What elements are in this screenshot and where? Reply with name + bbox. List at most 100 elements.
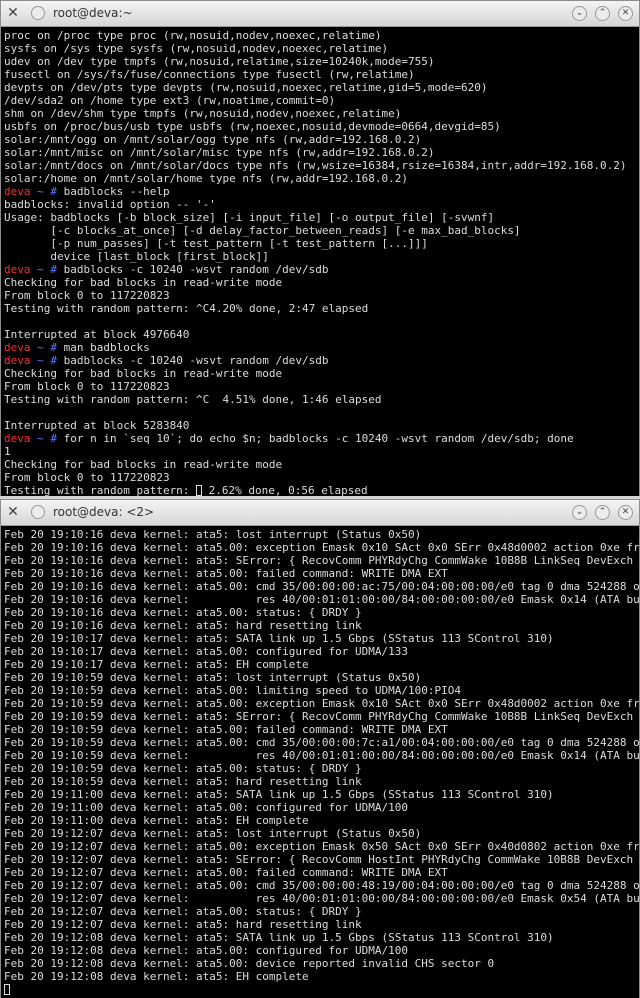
window-menu-icon[interactable] (31, 505, 45, 519)
terminal-line: Feb 20 19:11:00 deva kernel: ata5: EH co… (4, 814, 309, 827)
terminal-line: Testing with random pattern: ^C 4.51% do… (4, 393, 382, 406)
terminal-line: badblocks: invalid option -- '-' (4, 198, 216, 211)
terminal-line: fusectl on /sys/fs/fuse/connections type… (4, 68, 415, 81)
close-icon[interactable]: ✕ (6, 6, 20, 20)
terminal-line: deva ~ # badblocks -c 10240 -wsvt random… (4, 263, 639, 276)
terminal-line: Feb 20 19:12:07 deva kernel: res 40/00:0… (4, 892, 639, 905)
terminal-line: Feb 20 19:12:08 deva kernel: ata5.00: co… (4, 944, 408, 957)
terminal-line: Interrupted at block 4976640 (4, 328, 190, 341)
terminal-line: Feb 20 19:10:16 deva kernel: ata5.00: st… (4, 606, 362, 619)
terminal-line: usbfs on /proc/bus/usb type usbfs (rw,no… (4, 120, 501, 133)
prompt-path: ~ (30, 354, 51, 367)
terminal-line: Feb 20 19:11:00 deva kernel: ata5: SATA … (4, 788, 554, 801)
terminal-line: Feb 20 19:10:59 deva kernel: ata5.00: fa… (4, 723, 448, 736)
terminal-line: From block 0 to 117220823 (4, 380, 170, 393)
window-close-icon[interactable]: ✕ (618, 6, 633, 21)
prompt-path: ~ (30, 185, 51, 198)
terminal-line: Feb 20 19:10:59 deva kernel: ata5: SErro… (4, 710, 639, 723)
terminal-line: Feb 20 19:12:07 deva kernel: ata5: SErro… (4, 853, 639, 866)
terminal-line: Feb 20 19:10:16 deva kernel: ata5.00: ex… (4, 541, 639, 554)
terminal-line: deva ~ # for n in `seq 10`; do echo $n; … (4, 432, 639, 445)
prompt-symbol: # (50, 341, 64, 354)
terminal-output[interactable]: Feb 20 19:10:16 deva kernel: ata5: lost … (1, 526, 639, 998)
terminal-line: Feb 20 19:10:59 deva kernel: ata5: hard … (4, 775, 362, 788)
terminal-line: deva ~ # man badblocks (4, 341, 639, 354)
terminal-line: Feb 20 19:10:16 deva kernel: ata5.00: fa… (4, 567, 448, 580)
prompt-path: ~ (30, 341, 51, 354)
prompt-path: ~ (30, 263, 51, 276)
prompt-host: deva (4, 263, 31, 276)
terminal-line: Checking for bad blocks in read-write mo… (4, 276, 283, 289)
terminal-line: Feb 20 19:10:59 deva kernel: ata5.00: li… (4, 684, 461, 697)
prompt-symbol: # (50, 263, 64, 276)
terminal-line: Feb 20 19:10:17 deva kernel: ata5.00: co… (4, 645, 408, 658)
terminal-line: shm on /dev/shm type tmpfs (rw,nosuid,no… (4, 107, 402, 120)
terminal-line: Feb 20 19:12:08 deva kernel: ata5: EH co… (4, 970, 309, 983)
window-title: root@deva:~ (53, 6, 133, 20)
terminal-line: Feb 20 19:10:16 deva kernel: ata5: SErro… (4, 554, 639, 567)
terminal-line: Feb 20 19:12:07 deva kernel: ata5.00: ex… (4, 840, 639, 853)
terminal-line: Feb 20 19:10:16 deva kernel: ata5.00: cm… (4, 580, 639, 593)
terminal-line: Feb 20 19:10:17 deva kernel: ata5: EH co… (4, 658, 309, 671)
terminal-line: 1 (4, 445, 11, 458)
maximize-icon[interactable]: ⌃ (595, 505, 610, 520)
terminal-line: deva ~ # badblocks --help (4, 185, 639, 198)
terminal-line: solar:/mnt/docs on /mnt/solar/docs type … (4, 159, 627, 172)
prompt-host: deva (4, 185, 31, 198)
terminal-line: Feb 20 19:12:07 deva kernel: ata5.00: cm… (4, 879, 639, 892)
line-text: Testing with random pattern: (4, 484, 197, 496)
terminal-line: From block 0 to 117220823 (4, 471, 170, 484)
minimize-icon[interactable]: ⌄ (572, 6, 587, 21)
terminal-line: Feb 20 19:12:07 deva kernel: ata5: lost … (4, 827, 422, 840)
terminal-line: devpts on /dev/pts type devpts (rw,nosui… (4, 81, 488, 94)
prompt-host: deva (4, 432, 31, 445)
title-bar[interactable]: ✕ root@deva:~ ⌄ ⌃ ✕ (1, 1, 639, 27)
terminal-line: Interrupted at block 5283840 (4, 419, 190, 432)
command-text: for n in `seq 10`; do echo $n; badblocks… (63, 432, 574, 445)
terminal-line: Feb 20 19:10:59 deva kernel: ata5: lost … (4, 671, 422, 684)
terminal-line: Testing with random pattern: ^C4.20% don… (4, 302, 369, 315)
terminal-line: solar:/home on /mnt/solar/home type nfs … (4, 172, 408, 185)
terminal-line: Checking for bad blocks in read-write mo… (4, 458, 283, 471)
terminal-line: Feb 20 19:10:16 deva kernel: res 40/00:0… (4, 593, 639, 606)
command-text: badblocks -c 10240 -wsvt random /dev/sdb (63, 263, 329, 276)
terminal-line: Usage: badblocks [-b block_size] [-i inp… (4, 211, 495, 224)
terminal-line: Checking for bad blocks in read-write mo… (4, 367, 283, 380)
terminal-line: Feb 20 19:10:59 deva kernel: ata5.00: cm… (4, 736, 639, 749)
terminal-line: From block 0 to 117220823 (4, 289, 170, 302)
maximize-icon[interactable]: ⌃ (595, 6, 610, 21)
close-icon[interactable]: ✕ (6, 505, 20, 519)
terminal-line: Feb 20 19:12:07 deva kernel: ata5: hard … (4, 918, 362, 931)
window-title: root@deva: <2> (53, 505, 155, 519)
terminal-line: solar:/mnt/ogg on /mnt/solar/ogg type nf… (4, 133, 422, 146)
terminal-line: Feb 20 19:10:59 deva kernel: ata5.00: ex… (4, 697, 639, 710)
terminal-line: device [last_block [first_block]] (4, 250, 269, 263)
terminal-line: [-c blocks_at_once] [-d delay_factor_bet… (4, 224, 521, 237)
terminal-output[interactable]: proc on /proc type proc (rw,nosuid,nodev… (1, 27, 639, 496)
terminal-window-1[interactable]: ✕ root@deva:~ ⌄ ⌃ ✕ proc on /proc type p… (0, 0, 640, 496)
terminal-line: Testing with random pattern: 2.62% done,… (4, 484, 639, 496)
window-close-icon[interactable]: ✕ (618, 505, 633, 520)
command-text: badblocks --help (63, 185, 170, 198)
text-cursor (4, 984, 10, 995)
terminal-line: udev on /dev type tmpfs (rw,nosuid,relat… (4, 55, 435, 68)
terminal-line: Feb 20 19:12:08 deva kernel: ata5: SATA … (4, 931, 554, 944)
terminal-line: [-p num_passes] [-t test_pattern [-t tes… (4, 237, 428, 250)
terminal-line: /dev/sda2 on /home type ext3 (rw,noatime… (4, 94, 336, 107)
prompt-host: deva (4, 341, 31, 354)
title-bar[interactable]: ✕ root@deva: <2> ⌄ ⌃ ✕ (1, 500, 639, 526)
prompt-symbol: # (50, 432, 64, 445)
prompt-path: ~ (30, 432, 51, 445)
line-text: 2.62% done, 0:56 elapsed (202, 484, 368, 496)
terminal-line: deva ~ # badblocks -c 10240 -wsvt random… (4, 354, 639, 367)
window-menu-icon[interactable] (31, 6, 45, 20)
minimize-icon[interactable]: ⌄ (572, 505, 587, 520)
prompt-symbol: # (50, 354, 64, 367)
prompt-symbol: # (50, 185, 64, 198)
terminal-line: Feb 20 19:10:59 deva kernel: res 40/00:0… (4, 749, 639, 762)
command-text: badblocks -c 10240 -wsvt random /dev/sdb (63, 354, 329, 367)
prompt-host: deva (4, 354, 31, 367)
terminal-window-2[interactable]: ✕ root@deva: <2> ⌄ ⌃ ✕ Feb 20 19:10:16 d… (0, 499, 640, 998)
